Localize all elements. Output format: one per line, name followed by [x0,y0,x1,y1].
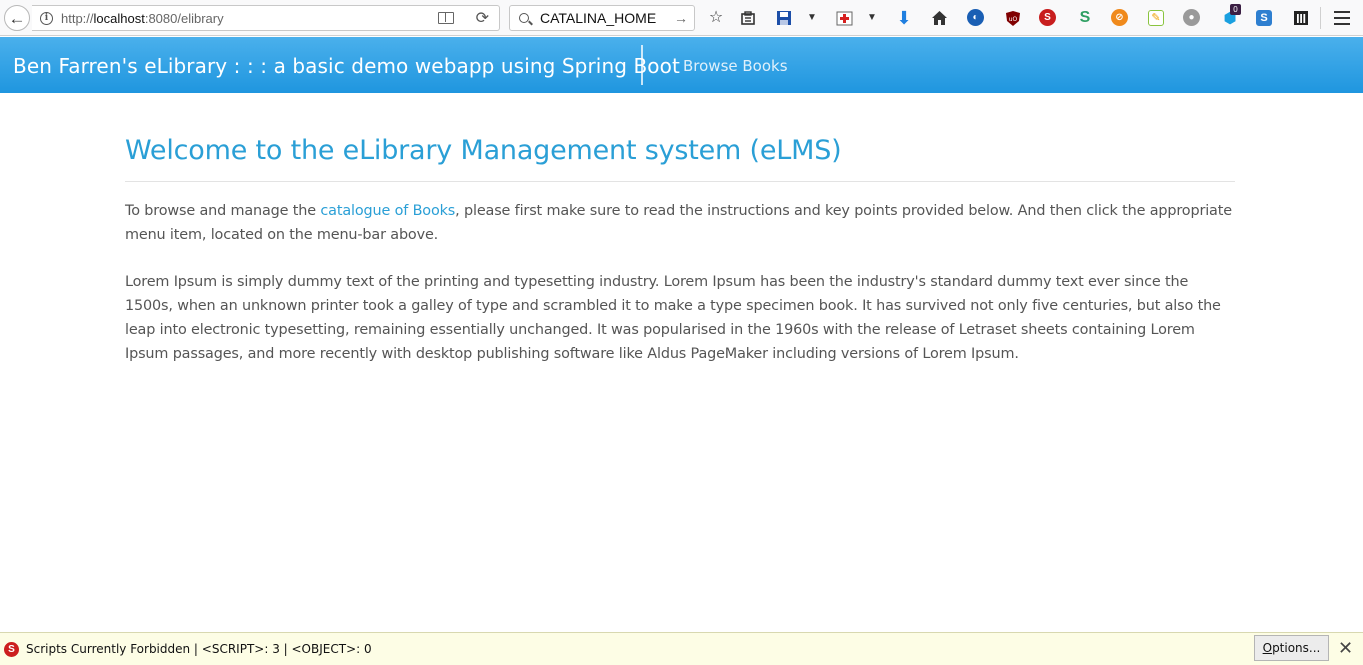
hamburger-menu-icon[interactable] [1334,11,1350,25]
gray-circle-extension-icon[interactable]: ● [1183,9,1200,26]
reload-icon[interactable]: ⟳ [476,8,489,28]
main-content: Welcome to the eLibrary Management syste… [125,93,1235,366]
ublock-icon[interactable]: uO [1003,8,1023,28]
download-icon[interactable]: ⬇ [894,8,914,28]
info-icon[interactable]: i [40,11,53,25]
url-host: localhost [93,10,145,26]
orange-extension-icon[interactable]: ⊘ [1111,9,1128,26]
library-icon[interactable] [1291,8,1311,28]
svg-text:uO: uO [1009,16,1018,23]
save-menu-chevron-icon[interactable]: ▼ [802,8,822,28]
intro-text-start: To browse and manage the [125,203,321,219]
url-bar[interactable]: i http://localhost:8080/elibrary ⟳ [32,5,500,31]
close-icon[interactable]: ✕ [1338,639,1353,657]
globe-extension-icon[interactable]: ◐ [967,9,984,26]
stylish-icon[interactable]: S [1075,8,1095,28]
tab-counter-icon[interactable]: ⬢ 0 [1220,4,1241,28]
options-label: ptions... [1272,641,1321,655]
reader-view-icon[interactable] [437,12,454,24]
page-title: Welcome to the eLibrary Management syste… [125,135,842,166]
navbar-divider [641,45,643,85]
noscript-notification-bar: S Scripts Currently Forbidden | <SCRIPT>… [0,632,1363,665]
bookmark-star-icon[interactable]: ☆ [706,8,726,28]
lorem-paragraph: Lorem Ipsum is simply dummy text of the … [125,274,1221,362]
app-navbar: Ben Farren's eLibrary : : : a basic demo… [0,37,1363,93]
back-button[interactable]: ← [4,5,30,31]
addon-menu-chevron-icon[interactable]: ▼ [862,8,882,28]
tab-count-badge: 0 [1230,4,1241,15]
back-arrow-icon: ← [8,8,26,28]
navbar-brand[interactable]: Ben Farren's eLibrary : : : a basic demo… [13,54,680,78]
noscript-icon[interactable]: S [1039,9,1056,26]
notification-message: Scripts Currently Forbidden | <SCRIPT>: … [26,642,372,656]
options-button[interactable]: Options... [1254,635,1329,661]
reading-list-icon[interactable] [738,8,758,28]
save-icon[interactable] [774,8,794,28]
url-text[interactable]: http://localhost:8080/elibrary [61,11,438,26]
toolbar-separator [1320,7,1321,29]
nav-link-browse-books[interactable]: Browse Books [683,57,788,75]
intro-paragraph: To browse and manage the catalogue of Bo… [125,199,1235,247]
search-icon [519,13,529,23]
url-scheme: http:// [61,10,94,26]
url-path: :8080/elibrary [144,10,224,26]
first-aid-icon[interactable] [834,8,854,28]
edit-extension-icon[interactable]: ✎ [1148,10,1164,26]
session-extension-icon[interactable]: S [1256,10,1272,26]
search-go-icon[interactable]: → [674,10,688,26]
options-accesskey: O [1262,641,1273,655]
home-icon[interactable] [929,8,949,28]
title-divider [125,181,1235,182]
search-bar[interactable]: CATALINA_HOME → [509,5,695,31]
catalogue-link[interactable]: catalogue of Books [320,203,455,219]
search-input[interactable]: CATALINA_HOME [540,10,674,26]
browser-toolbar: ← i http://localhost:8080/elibrary ⟳ CAT… [0,0,1363,36]
noscript-notification-icon: S [4,642,19,657]
